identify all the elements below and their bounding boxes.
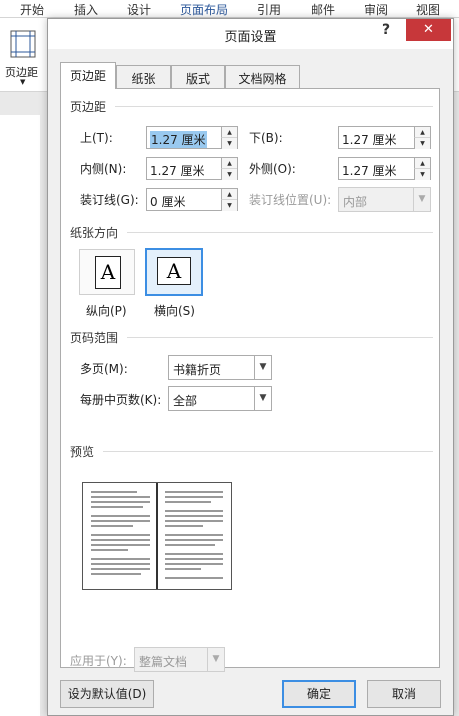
booklet-preview-image [91, 483, 223, 589]
close-button[interactable]: ✕ [406, 19, 451, 41]
multiple-pages-value: 书籍折页 [173, 363, 222, 377]
ribbon-tab-mailings[interactable]: 邮件 [311, 1, 335, 18]
preview-section-title: 预览 [70, 445, 95, 459]
spin-up-icon[interactable]: ▲ [221, 158, 237, 169]
document-page [0, 115, 40, 716]
gutter-value[interactable]: 0 厘米 [150, 193, 185, 210]
multiple-pages-select[interactable]: 书籍折页 ▼ [168, 355, 272, 380]
gutter-position-label: 装订线位置(U): [249, 193, 332, 207]
inside-margin-value[interactable]: 1.27 厘米 [150, 162, 205, 179]
margins-icon [10, 30, 36, 58]
landscape-page-icon: A [157, 257, 191, 285]
spin-up-icon[interactable]: ▲ [221, 127, 237, 138]
outside-margin-stepper[interactable]: 1.27 厘米 ▲ ▼ [338, 157, 431, 180]
ribbon-tab-references[interactable]: 引用 [257, 1, 281, 18]
inside-margin-stepper[interactable]: 1.27 厘米 ▲ ▼ [146, 157, 238, 180]
multiple-pages-label: 多页(M): [80, 362, 128, 376]
gutter-position-select: 内部 ▼ [338, 187, 431, 212]
ribbon-tab-page-layout[interactable]: 页面布局 [175, 1, 233, 21]
chevron-down-icon[interactable]: ▼ [254, 387, 271, 410]
portrait-page-icon: A [95, 256, 121, 289]
cancel-button[interactable]: 取消 [367, 680, 441, 708]
landscape-label: 横向(S) [154, 304, 195, 318]
landscape-button[interactable]: A [145, 248, 203, 296]
ribbon-tab-view[interactable]: 视图 [416, 1, 440, 18]
tab-margins[interactable]: 页边距 [60, 62, 116, 89]
spin-down-icon[interactable]: ▼ [221, 200, 237, 211]
chevron-down-icon: ▼ [20, 78, 26, 86]
sheets-per-booklet-select[interactable]: 全部 ▼ [168, 386, 272, 411]
apply-to-select: 整篇文档 ▼ [134, 647, 225, 672]
bottom-margin-label: 下(B): [249, 131, 283, 145]
chevron-down-icon: ▼ [207, 648, 224, 671]
top-margin-value[interactable]: 1.27 厘米 [150, 131, 207, 148]
gutter-stepper[interactable]: 0 厘米 ▲ ▼ [146, 188, 238, 211]
orientation-section-title: 纸张方向 [70, 226, 119, 240]
gutter-label: 装订线(G): [80, 193, 139, 207]
gutter-position-value: 内部 [343, 195, 368, 209]
tab-layout[interactable]: 版式 [171, 65, 225, 88]
spin-up-icon[interactable]: ▲ [414, 127, 430, 138]
top-margin-label: 上(T): [80, 131, 113, 145]
ribbon-tab-design[interactable]: 设计 [127, 1, 151, 18]
bottom-margin-stepper[interactable]: 1.27 厘米 ▲ ▼ [338, 126, 431, 149]
booklet-preview [82, 482, 232, 590]
ribbon-tab-bar: 开始 插入 设计 页面布局 引用 邮件 审阅 视图 [0, 0, 459, 21]
chevron-down-icon[interactable]: ▼ [254, 356, 271, 379]
portrait-button[interactable]: A [79, 249, 135, 295]
help-icon[interactable]: ? [382, 22, 390, 38]
dialog-titlebar[interactable]: 页面设置 ? ✕ [48, 19, 453, 49]
pages-section-title: 页码范围 [70, 331, 119, 345]
sheets-per-booklet-value: 全部 [173, 394, 198, 408]
top-margin-stepper[interactable]: 1.27 厘米 ▲ ▼ [146, 126, 238, 149]
spin-down-icon[interactable]: ▼ [221, 138, 237, 149]
ok-button[interactable]: 确定 [282, 680, 356, 708]
sheets-per-booklet-label: 每册中页数(K): [80, 393, 162, 407]
divider [103, 451, 433, 452]
ribbon-tab-insert[interactable]: 插入 [74, 1, 98, 18]
tab-document-grid[interactable]: 文档网格 [225, 65, 300, 88]
ribbon-tab-home[interactable]: 开始 [20, 1, 44, 18]
divider [115, 106, 433, 107]
margins-tab-panel: 页边距 上(T): 1.27 厘米 ▲ ▼ 下(B): 1.27 厘米 ▲ ▼ … [60, 88, 440, 672]
spin-down-icon[interactable]: ▼ [414, 138, 430, 149]
ribbon-tab-review[interactable]: 审阅 [364, 1, 388, 18]
spin-down-icon[interactable]: ▼ [414, 169, 430, 180]
outside-margin-value[interactable]: 1.27 厘米 [342, 162, 397, 179]
margins-ribbon-button[interactable]: 页边距 ⋮ ▼ [2, 28, 55, 90]
spin-down-icon[interactable]: ▼ [221, 169, 237, 180]
apply-to-value: 整篇文档 [139, 655, 188, 669]
inside-margin-label: 内侧(N): [80, 162, 127, 176]
divider [127, 337, 433, 338]
portrait-label: 纵向(P) [86, 304, 127, 318]
page-setup-dialog: 页面设置 ? ✕ 页边距 纸张 版式 文档网格 页边距 上(T): 1.27 厘… [47, 18, 454, 716]
margins-section-title: 页边距 [70, 100, 107, 114]
outside-margin-label: 外侧(O): [249, 162, 296, 176]
set-default-button[interactable]: 设为默认值(D) [60, 680, 154, 708]
dialog-title: 页面设置 [224, 30, 277, 45]
divider [127, 232, 433, 233]
tab-paper[interactable]: 纸张 [116, 65, 171, 88]
apply-to-label: 应用于(Y): [70, 654, 127, 668]
chevron-down-icon: ▼ [413, 188, 430, 211]
spin-up-icon[interactable]: ▲ [414, 158, 430, 169]
spin-up-icon[interactable]: ▲ [221, 189, 237, 200]
bottom-margin-value[interactable]: 1.27 厘米 [342, 131, 397, 148]
